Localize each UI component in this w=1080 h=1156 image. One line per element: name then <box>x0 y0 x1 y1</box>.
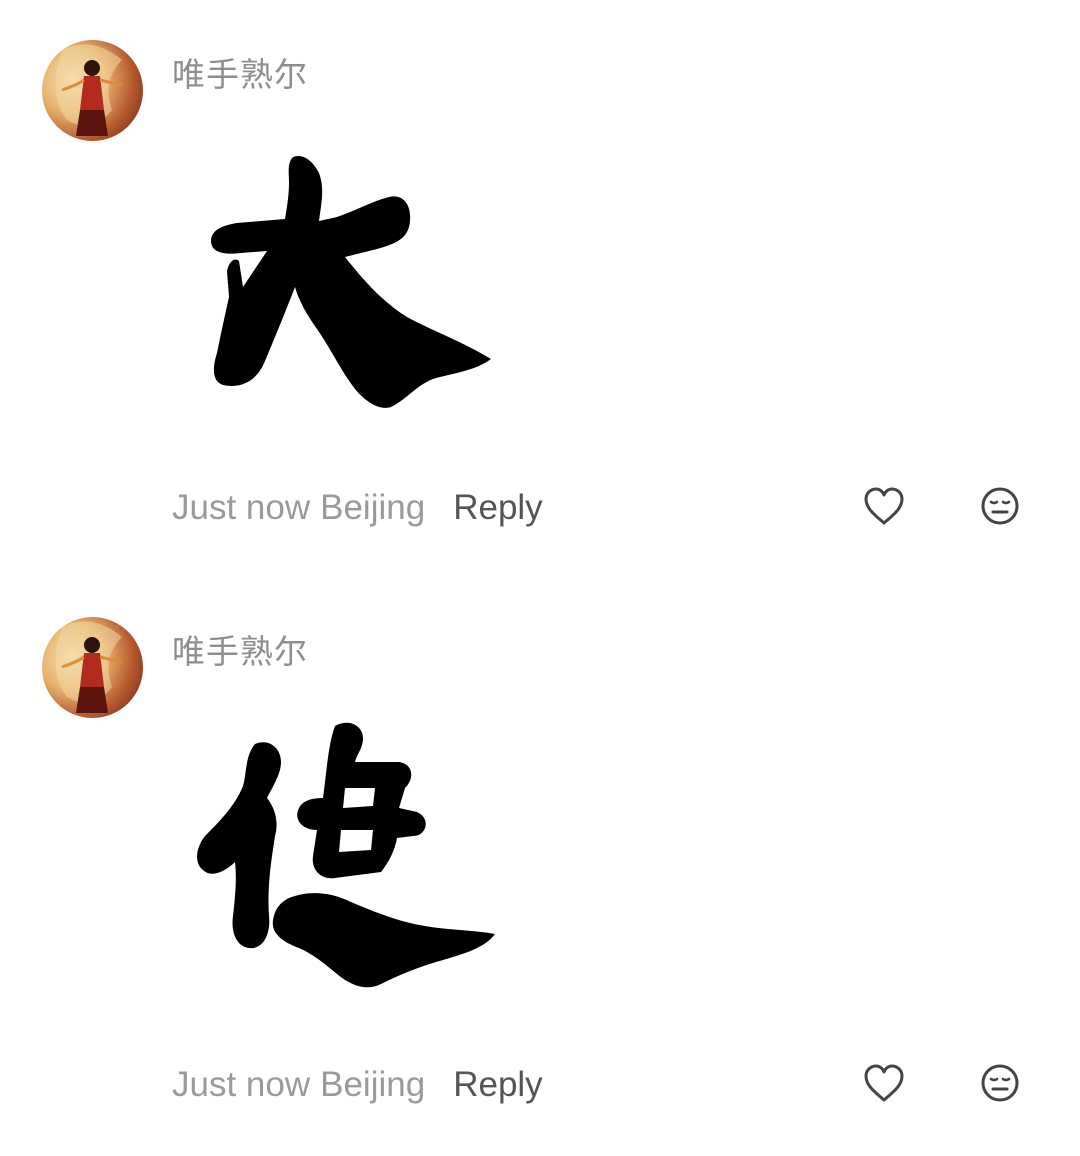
user-avatar[interactable] <box>42 40 143 141</box>
comment-time: Just now <box>172 1065 311 1104</box>
comment-location: Beijing <box>320 1065 426 1104</box>
comment-meta: Just now Beijing Reply <box>172 1065 543 1105</box>
heart-outline-icon[interactable] <box>862 486 906 526</box>
username[interactable]: 唯手熟尔 <box>172 48 308 96</box>
comment-item: 唯手熟尔 Just now Beijing Reply <box>0 577 1080 1137</box>
calligraphy-sticker <box>185 135 515 425</box>
comment-location: Beijing <box>320 488 426 527</box>
smiley-face-icon[interactable] <box>980 486 1020 526</box>
comment-meta: Just now Beijing Reply <box>172 488 543 528</box>
smiley-face-icon[interactable] <box>980 1063 1020 1103</box>
comment-time: Just now <box>172 488 311 527</box>
reply-button[interactable]: Reply <box>453 1065 542 1105</box>
reply-button[interactable]: Reply <box>453 488 542 528</box>
username[interactable]: 唯手熟尔 <box>172 625 308 673</box>
calligraphy-sticker <box>185 712 515 1002</box>
comment-item: 唯手熟尔 Just now Beijing Reply <box>0 0 1080 560</box>
heart-outline-icon[interactable] <box>862 1063 906 1103</box>
user-avatar[interactable] <box>42 617 143 718</box>
